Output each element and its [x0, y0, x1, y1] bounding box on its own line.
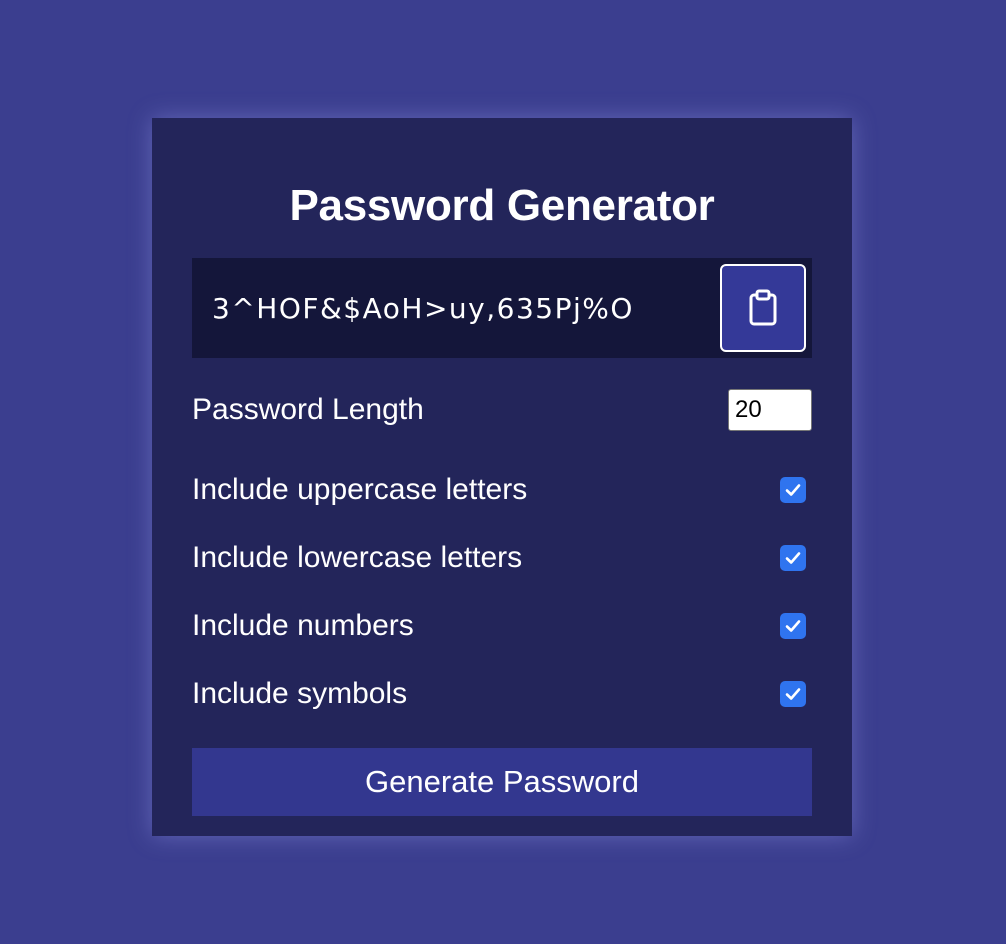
setting-uppercase: Include uppercase letters: [192, 456, 812, 524]
setting-numbers: Include numbers: [192, 592, 812, 660]
checkmark-icon: [785, 484, 801, 496]
symbols-checkbox[interactable]: [780, 681, 806, 707]
lowercase-label: Include lowercase letters: [192, 541, 523, 574]
setting-length: Password Length: [192, 388, 812, 432]
numbers-label: Include numbers: [192, 609, 414, 642]
clipboard-icon: [749, 289, 777, 326]
symbols-label: Include symbols: [192, 677, 408, 710]
copy-to-clipboard-button[interactable]: [720, 264, 806, 352]
page-title: Password Generator: [289, 181, 715, 230]
length-input[interactable]: [728, 389, 812, 431]
checkmark-icon: [785, 552, 801, 564]
generate-password-button[interactable]: Generate Password: [192, 748, 812, 816]
setting-symbols: Include symbols: [192, 660, 812, 728]
checkmark-icon: [785, 688, 801, 700]
lowercase-checkbox[interactable]: [780, 545, 806, 571]
password-result-container: 3^HOF&$AoH>uy,635Pj%O: [192, 258, 812, 358]
uppercase-label: Include uppercase letters: [192, 473, 528, 506]
uppercase-checkbox[interactable]: [780, 477, 806, 503]
setting-lowercase: Include lowercase letters: [192, 524, 812, 592]
length-label: Password Length: [192, 393, 424, 426]
password-result[interactable]: 3^HOF&$AoH>uy,635Pj%O: [212, 292, 634, 325]
password-generator-card: Password Generator 3^HOF&$AoH>uy,635Pj%O…: [152, 118, 852, 836]
checkmark-icon: [785, 620, 801, 632]
settings-list: Password Length Include uppercase letter…: [192, 388, 812, 728]
numbers-checkbox[interactable]: [780, 613, 806, 639]
